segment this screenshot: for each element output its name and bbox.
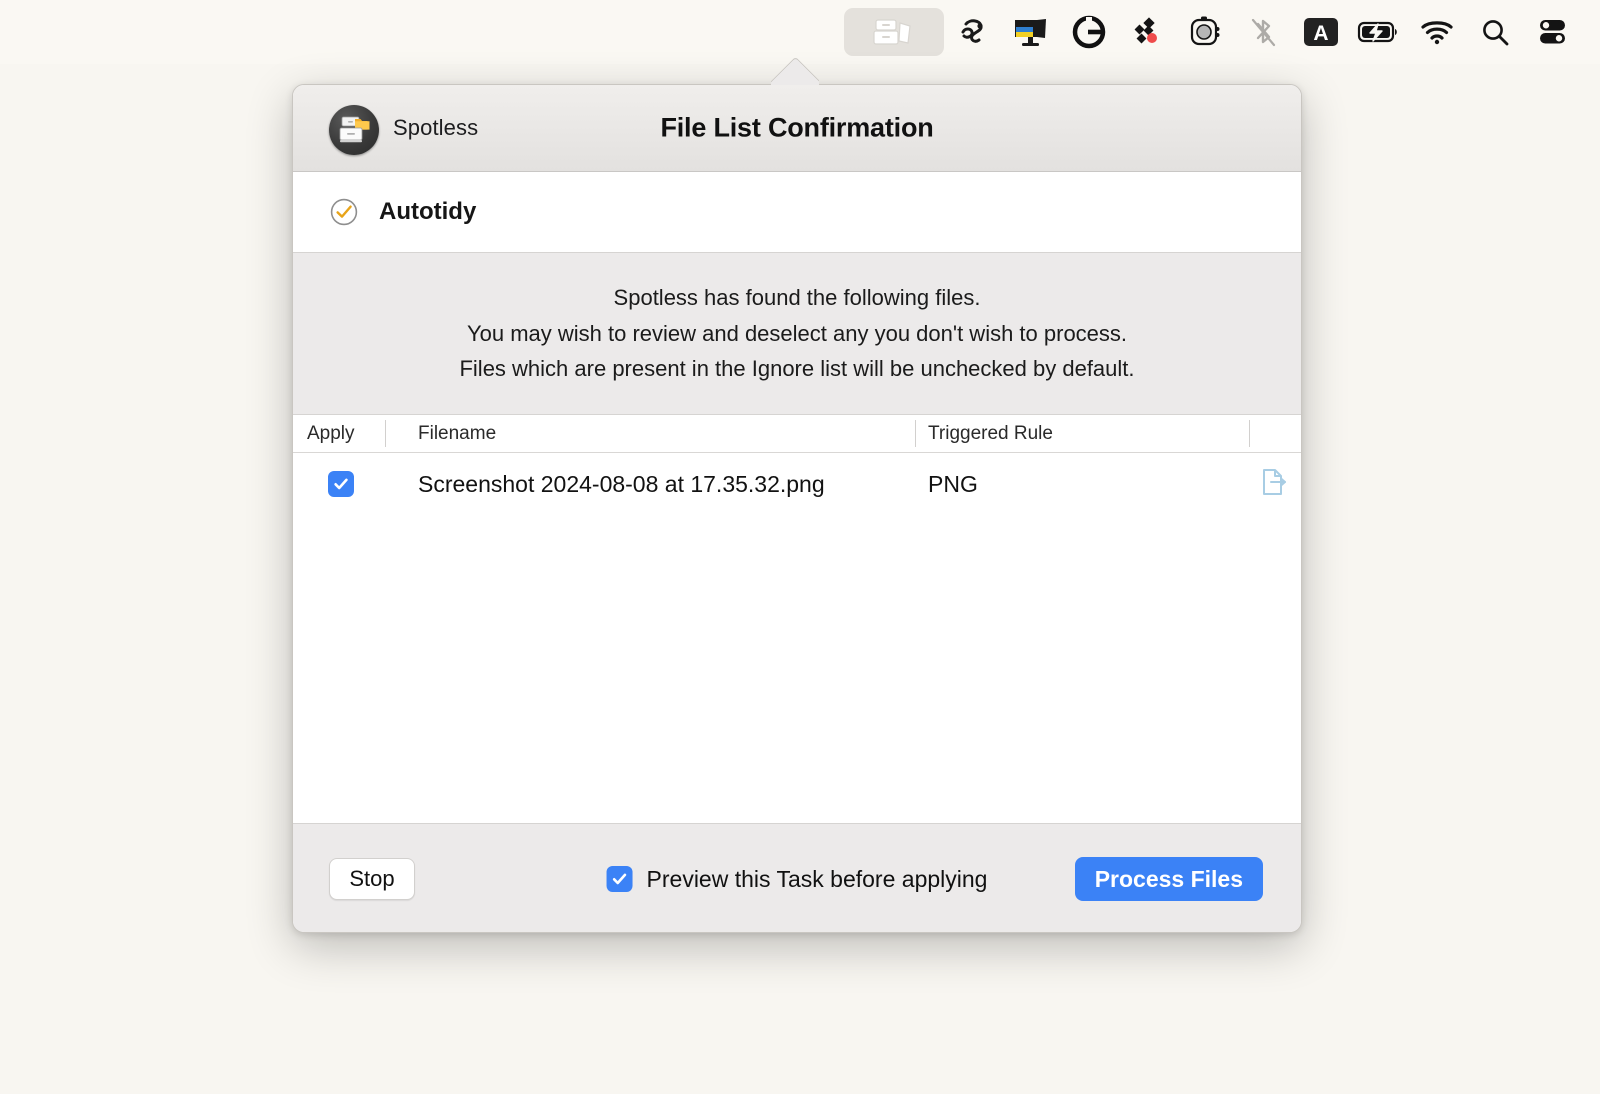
column-divider[interactable]	[385, 420, 386, 447]
column-divider[interactable]	[1249, 420, 1250, 447]
column-header-apply[interactable]: Apply	[293, 423, 396, 445]
filing-cabinet-icon	[873, 19, 911, 45]
row-apply-cell	[293, 471, 396, 497]
preview-task-option[interactable]: Preview this Task before applying	[606, 865, 988, 893]
dropbox-menu-item[interactable]	[1118, 8, 1176, 56]
description-line-1: Spotless has found the following files.	[613, 285, 981, 311]
file-list-confirmation-dialog: Spotless File List Confirmation Autotidy…	[292, 84, 1302, 933]
description-panel: Spotless has found the following files. …	[293, 253, 1301, 415]
bluetooth-menu-item[interactable]	[1234, 8, 1292, 56]
preview-task-label: Preview this Task before applying	[646, 865, 988, 892]
stop-button[interactable]: Stop	[329, 858, 415, 900]
popover-notch	[771, 57, 819, 85]
input-source-menu-item[interactable]: A	[1292, 8, 1350, 56]
row-action-cell	[1250, 468, 1301, 501]
description-line-2: You may wish to review and deselect any …	[466, 320, 1128, 346]
control-center-menu-item[interactable]	[1524, 8, 1582, 56]
row-apply-checkbox[interactable]	[327, 471, 354, 497]
column-header-filename[interactable]: Filename	[396, 423, 916, 445]
spotlight-menu-item[interactable]	[1466, 8, 1524, 56]
column-header-triggered-rule[interactable]: Triggered Rule	[916, 423, 1250, 445]
battery-menu-item[interactable]	[1350, 8, 1408, 56]
dialog-footer: Stop Preview this Task before applying P…	[293, 823, 1301, 932]
page-title: File List Confirmation	[660, 112, 934, 143]
wifi-menu-item[interactable]	[1408, 8, 1466, 56]
grammarly-g-icon	[1072, 15, 1106, 49]
file-list[interactable]: Screenshot 2024-08-08 at 17.35.32.png PN…	[293, 453, 1301, 823]
reveal-file-icon[interactable]	[1261, 468, 1287, 501]
table-header: Apply Filename Triggered Rule	[293, 415, 1301, 453]
task-name-label: Autotidy	[379, 198, 477, 225]
camera-menu-item[interactable]	[1176, 8, 1234, 56]
menu-bar: A	[0, 0, 1600, 64]
svg-text:A: A	[1313, 22, 1328, 45]
process-files-button[interactable]: Process Files	[1074, 857, 1263, 901]
row-triggered-rule: PNG	[928, 470, 978, 497]
displaymate-menu-item[interactable]	[1002, 8, 1060, 56]
column-divider[interactable]	[915, 420, 916, 447]
dialog-titlebar: Spotless File List Confirmation	[293, 85, 1301, 172]
diamond-cluster-icon	[1134, 17, 1157, 44]
control-center-icon	[1540, 20, 1565, 44]
spotless-menu-item[interactable]	[844, 8, 944, 56]
grammarly-menu-item[interactable]	[1060, 8, 1118, 56]
preview-task-checkbox[interactable]	[606, 866, 633, 892]
letter-a-icon: A	[1304, 18, 1338, 46]
cleanmymac-menu-item[interactable]	[944, 8, 1002, 56]
task-row[interactable]: Autotidy	[293, 172, 1301, 253]
table-row[interactable]: Screenshot 2024-08-08 at 17.35.32.png PN…	[293, 453, 1301, 515]
search-icon	[1483, 20, 1509, 46]
row-filename: Screenshot 2024-08-08 at 17.35.32.png	[418, 470, 825, 497]
swirl-brush-icon	[961, 19, 983, 43]
camera-icon	[1190, 16, 1220, 46]
monitor-flag-icon	[1015, 19, 1046, 46]
wifi-icon	[1421, 21, 1453, 45]
battery-charging-icon	[1357, 21, 1397, 43]
check-circle-icon	[329, 197, 359, 227]
description-line-3: Files which are present in the Ignore li…	[459, 356, 1135, 382]
bluetooth-off-icon	[1251, 18, 1276, 47]
